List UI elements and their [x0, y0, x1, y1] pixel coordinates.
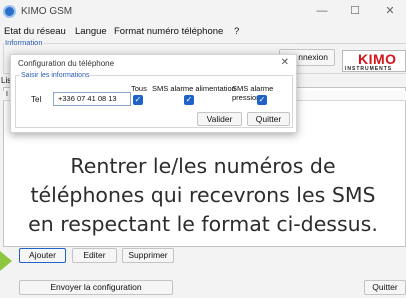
logo-text: KIMO [358, 51, 397, 67]
menu-etat-reseau[interactable]: Etat du réseau [4, 26, 66, 37]
dialog-quit-button[interactable]: Quitter [247, 112, 290, 126]
quit-button[interactable]: Quitter [364, 280, 406, 295]
menu-format-numero[interactable]: Format numéro téléphone [114, 26, 223, 37]
instruction-line-1: Rentrer le/les numéros de [70, 154, 336, 178]
minimize-icon[interactable]: — [308, 3, 336, 20]
maximize-icon[interactable]: ☐ [341, 3, 369, 20]
app-icon [3, 5, 16, 18]
tous-checkbox[interactable]: ✓ [133, 95, 143, 105]
edit-button[interactable]: Editer [72, 248, 117, 263]
phone-config-dialog: Configuration du téléphone ✕ Saisir les … [10, 54, 297, 133]
validate-button[interactable]: Valider [197, 112, 242, 126]
column-sms-alimentation: SMS alarme alimentation [152, 84, 236, 93]
add-button[interactable]: Ajouter [19, 248, 66, 263]
column-tous: Tous [131, 84, 147, 93]
delete-button[interactable]: Supprimer [122, 248, 174, 263]
dialog-title: Configuration du téléphone [18, 59, 115, 68]
send-configuration-button[interactable]: Envoyer la configuration [19, 280, 173, 295]
arrow-marker [0, 251, 12, 271]
dialog-group-legend: Saisir les informations [20, 72, 91, 79]
main-window: KIMO GSM — ☐ ✕ Etat du réseau Langue For… [0, 0, 406, 298]
tel-label: Tel [31, 95, 42, 104]
information-legend: Information [4, 38, 44, 47]
instruction-line-2: téléphones qui recevrons les SMS [30, 183, 376, 207]
window-title: KIMO GSM [21, 6, 73, 17]
tel-input[interactable]: +336 07 41 08 13 [53, 92, 131, 106]
menu-help[interactable]: ? [234, 26, 239, 37]
phone-list-header-label: I [6, 91, 8, 98]
instruction-line-3: en respectant le format ci-dessus. [28, 212, 378, 236]
close-icon[interactable]: ✕ [376, 3, 404, 20]
instruction-overlay: Rentrer le/les numéros de téléphones qui… [0, 152, 406, 239]
menu-langue[interactable]: Langue [75, 26, 107, 37]
sms-alimentation-checkbox[interactable]: ✓ [184, 95, 194, 105]
sms-pression-checkbox[interactable]: ✓ [257, 95, 267, 105]
dialog-close-icon[interactable]: ✕ [281, 57, 289, 68]
kimo-logo: KIMO INSTRUMENTS [342, 50, 406, 72]
logo-subtext: INSTRUMENTS [345, 66, 393, 72]
